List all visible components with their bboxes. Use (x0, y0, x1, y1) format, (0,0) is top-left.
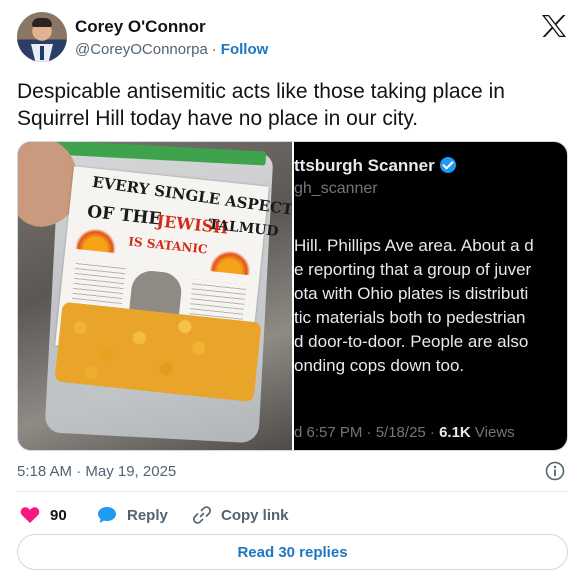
divider (17, 491, 568, 492)
flame-right (209, 249, 252, 276)
scanner-body-line: e reporting that a group of juver (294, 260, 532, 279)
speech-bubble-icon (98, 507, 116, 523)
follow-button[interactable]: Follow (221, 41, 269, 58)
link-icon (193, 506, 211, 524)
scanner-body: Hill. Phillips Ave area. About a d e rep… (294, 234, 567, 378)
scanner-views-count: 6.1K (439, 424, 471, 441)
tweet-text: Despicable antisemitic acts like those t… (17, 80, 505, 130)
author-name[interactable]: Corey O'Connor (75, 17, 206, 37)
like-button[interactable]: 90 (20, 505, 67, 525)
author-handle-row: @CoreyOConnorpa · Follow (75, 41, 268, 58)
media-photo-flyer-bag[interactable]: EVERY SINGLE ASPECT OF THE JEWISH TALMUD… (18, 142, 292, 450)
scanner-body-line: d door-to-door. People are also (294, 332, 529, 351)
flyer-line-5: IS SATANIC (127, 234, 209, 257)
x-logo-icon[interactable] (542, 15, 566, 37)
like-count: 90 (50, 506, 67, 524)
reply-label: Reply (127, 506, 168, 524)
tweet-timestamp[interactable]: 5:18 AM · May 19, 2025 (17, 463, 176, 480)
avatar-hair (32, 18, 52, 27)
scanner-meta-time: d 6:57 PM · 5/18/25 · (294, 424, 440, 441)
scanner-name-row: ttsburgh Scanner (294, 156, 456, 176)
copy-link-label: Copy link (221, 506, 289, 524)
scanner-name: ttsburgh Scanner (294, 156, 435, 175)
flame-left (75, 226, 118, 254)
scanner-handle: gh_scanner (294, 180, 378, 197)
author-handle[interactable]: @CoreyOConnorpa (75, 41, 208, 58)
separator-dot: · (211, 41, 217, 58)
scanner-body-line: Hill. Phillips Ave area. About a d (294, 236, 534, 255)
reply-button[interactable]: Reply (97, 505, 168, 525)
scanner-body-line: ota with Ohio plates is distributi (294, 284, 529, 303)
media-screenshot-scanner[interactable]: ttsburgh Scanner gh_scanner Hill. Philli… (294, 142, 567, 450)
heart-icon (20, 507, 40, 523)
media-grid[interactable]: EVERY SINGLE ASPECT OF THE JEWISH TALMUD… (17, 141, 568, 451)
info-icon[interactable] (545, 461, 565, 481)
flyer-line-2: OF THE (86, 201, 163, 230)
scanner-meta: d 6:57 PM · 5/18/25 · 6.1K Views (294, 424, 515, 441)
verified-badge-icon (439, 157, 456, 173)
scanner-body-line: onding cops down too. (294, 356, 465, 375)
copy-link-button[interactable]: Copy link (192, 505, 289, 525)
scanner-body-line: tic materials both to pedestrian (294, 308, 526, 327)
avatar[interactable] (17, 12, 67, 62)
scanner-views-label: Views (470, 424, 515, 441)
tweet-card: Corey O'Connor @CoreyOConnorpa · Follow De… (0, 0, 584, 584)
read-replies-button[interactable]: Read 30 replies (17, 534, 568, 570)
avatar-tie (40, 46, 44, 60)
